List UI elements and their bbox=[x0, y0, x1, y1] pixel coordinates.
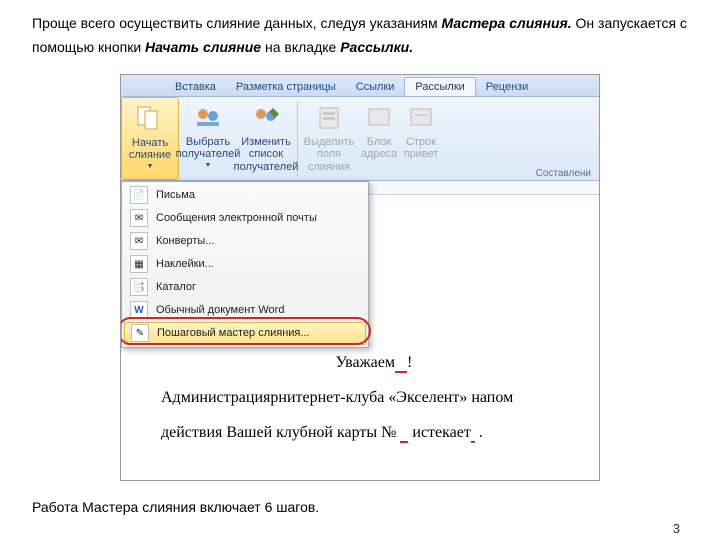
highlight-fields-icon bbox=[313, 101, 345, 133]
intro-text-3: на вкладке bbox=[261, 39, 340, 55]
dropdown-label: Наклейки... bbox=[156, 258, 214, 270]
doc-excl: ! bbox=[407, 354, 412, 371]
envelope-icon: ✉ bbox=[130, 232, 148, 250]
dropdown-normal-doc[interactable]: W Обычный документ Word bbox=[124, 299, 366, 322]
tab-references[interactable]: Ссылки bbox=[346, 78, 405, 96]
dropdown-envelopes[interactable]: ✉ Конверты... bbox=[124, 230, 366, 253]
tab-page-layout[interactable]: Разметка страницы bbox=[226, 78, 346, 96]
directory-icon: 📑 bbox=[130, 278, 148, 296]
start-merge-button[interactable]: Начать слияние ▼ bbox=[121, 97, 179, 180]
intro-ital-1: Мастера слияния. bbox=[442, 15, 572, 31]
dropdown-label: Обычный документ Word bbox=[156, 304, 284, 316]
intro-ital-3: Рассылки. bbox=[340, 39, 413, 55]
tab-mailings[interactable]: Рассылки bbox=[404, 77, 475, 96]
dropdown-label: Сообщения электронной почты bbox=[156, 212, 317, 224]
ribbon: Начать слияние ▼ Выбрать получателей ▼ И… bbox=[121, 97, 599, 181]
merge-field-1 bbox=[395, 354, 407, 373]
doc-line-1: Уважаем ! bbox=[161, 345, 587, 380]
highlight-fields-button[interactable]: Выделить поля слияния bbox=[300, 97, 358, 180]
edit-recipients-label: Изменить список получателей bbox=[234, 136, 299, 174]
labels-icon: ▦ bbox=[130, 255, 148, 273]
address-block-label: Блок адреса bbox=[361, 136, 397, 161]
greeting-line-label: Строк привет bbox=[404, 136, 439, 161]
doc-l3b: истекает bbox=[412, 424, 470, 441]
address-block-button[interactable]: Блок адреса bbox=[358, 97, 400, 180]
letter-icon: 📄 bbox=[130, 186, 148, 204]
dropdown-labels[interactable]: ▦ Наклейки... bbox=[124, 253, 366, 276]
word-screenshot: Вставка Разметка страницы Ссылки Рассылк… bbox=[120, 74, 600, 482]
tab-insert[interactable]: Вставка bbox=[165, 78, 226, 96]
intro-ital-2: Начать слияние bbox=[145, 39, 261, 55]
dropdown-directory[interactable]: 📑 Каталог bbox=[124, 276, 366, 299]
address-block-icon bbox=[363, 101, 395, 133]
ribbon-tabs: Вставка Разметка страницы Ссылки Рассылк… bbox=[121, 75, 599, 97]
doc-line-3: действия Вашей клубной карты № истекает … bbox=[161, 415, 587, 450]
select-recipients-label: Выбрать получателей bbox=[176, 136, 241, 161]
chevron-down-icon: ▼ bbox=[205, 162, 212, 170]
intro-paragraph: Проще всего осуществить слияние данных, … bbox=[32, 12, 688, 60]
doc-line-2: Администрациярнитернет-клуба «Экселент» … bbox=[161, 380, 587, 415]
page-number: 3 bbox=[32, 521, 688, 536]
chevron-down-icon: ▼ bbox=[147, 163, 154, 171]
select-recipients-button[interactable]: Выбрать получателей ▼ bbox=[179, 97, 237, 180]
edit-recipients-button[interactable]: Изменить список получателей bbox=[237, 97, 295, 180]
merge-field-2 bbox=[400, 424, 408, 443]
dropdown-label: Каталог bbox=[156, 281, 196, 293]
greeting-line-button[interactable]: Строк привет bbox=[400, 97, 442, 180]
document-pair-icon bbox=[134, 102, 166, 134]
dropdown-label: Конверты... bbox=[156, 235, 214, 247]
tab-review[interactable]: Рецензи bbox=[476, 78, 539, 96]
recipients-icon bbox=[192, 101, 224, 133]
highlight-fields-label: Выделить поля слияния bbox=[304, 136, 355, 174]
doc-l3c: . bbox=[475, 424, 483, 441]
dropdown-label: Письма bbox=[156, 189, 195, 201]
doc-greet: Уважаем bbox=[336, 354, 395, 371]
email-icon: ✉ bbox=[130, 209, 148, 227]
ribbon-group-label: Составлени bbox=[536, 168, 591, 179]
start-merge-label: Начать слияние bbox=[128, 137, 172, 162]
greeting-line-icon bbox=[405, 101, 437, 133]
intro-text-1: Проще всего осуществить слияние данных, … bbox=[32, 15, 442, 31]
wizard-icon: ✎ bbox=[131, 324, 149, 342]
dropdown-wizard[interactable]: ✎ Пошаговый мастер слияния... bbox=[124, 322, 366, 345]
outro-text: Работа Мастера слияния включает 6 шагов. bbox=[32, 499, 688, 515]
dropdown-letters[interactable]: 📄 Письма bbox=[124, 184, 366, 207]
edit-recipients-icon bbox=[250, 101, 282, 133]
dropdown-label: Пошаговый мастер слияния... bbox=[157, 327, 310, 339]
doc-l3a: действия Вашей клубной карты № bbox=[161, 424, 400, 441]
start-merge-dropdown: 📄 Письма ✉ Сообщения электронной почты ✉… bbox=[121, 181, 369, 348]
dropdown-email[interactable]: ✉ Сообщения электронной почты bbox=[124, 207, 366, 230]
word-icon: W bbox=[130, 301, 148, 319]
